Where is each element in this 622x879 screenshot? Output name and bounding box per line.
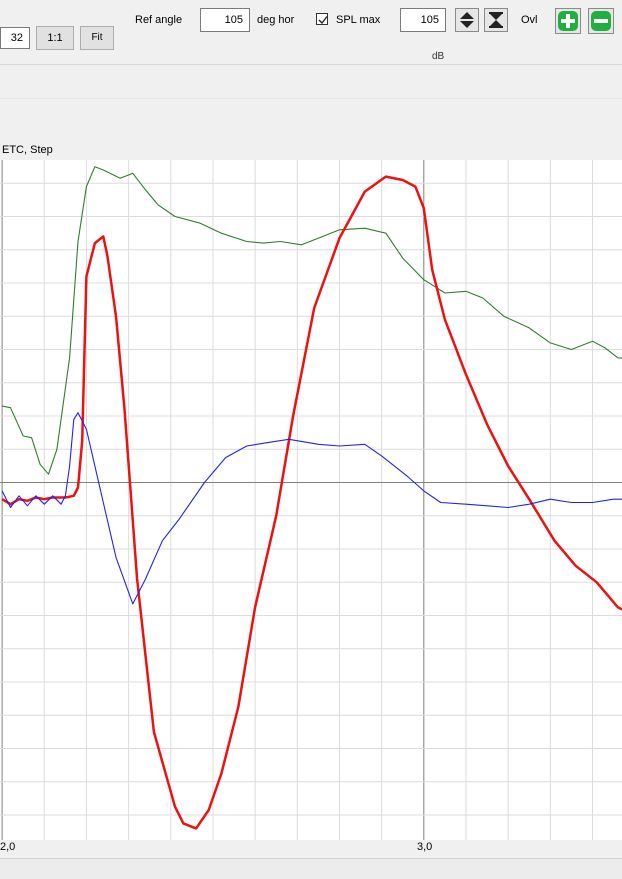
remove-overlay-button[interactable]	[588, 8, 614, 34]
ovl-label: Ovl	[521, 14, 538, 26]
deg-hor-label: deg hor	[257, 14, 295, 26]
zoom-input[interactable]: 32	[0, 27, 30, 49]
info-area	[0, 98, 622, 142]
status-strip	[0, 858, 622, 879]
spin-up-down-button[interactable]	[455, 8, 479, 32]
x-tick-label: 3,0	[417, 841, 433, 853]
etc-step-plot[interactable]	[0, 160, 622, 840]
hourglass-icon	[489, 12, 503, 28]
plot-title: ETC, Step	[2, 144, 53, 156]
toolbar: 32 1:1 Fit Ref angle 105 deg hor SPL max…	[0, 0, 622, 64]
x-tick-label: 2,0	[0, 841, 16, 853]
fit-button[interactable]: Fit	[80, 26, 114, 50]
legend-area	[0, 64, 622, 98]
spl-max-checkbox[interactable]	[316, 13, 328, 25]
db-label: dB	[432, 51, 445, 62]
add-overlay-button[interactable]	[555, 8, 581, 34]
ref-angle-label: Ref angle	[135, 14, 183, 26]
plus-icon	[558, 11, 578, 31]
spl-max-input[interactable]: 105	[400, 8, 446, 32]
ref-angle-input[interactable]: 105	[200, 8, 250, 32]
up-down-arrows-icon	[460, 12, 474, 28]
fit-range-button[interactable]	[484, 8, 508, 32]
minus-icon	[591, 11, 611, 31]
spl-max-label: SPL max	[336, 14, 381, 26]
one-to-one-button[interactable]: 1:1	[36, 26, 74, 50]
checkmark-icon	[318, 16, 328, 25]
